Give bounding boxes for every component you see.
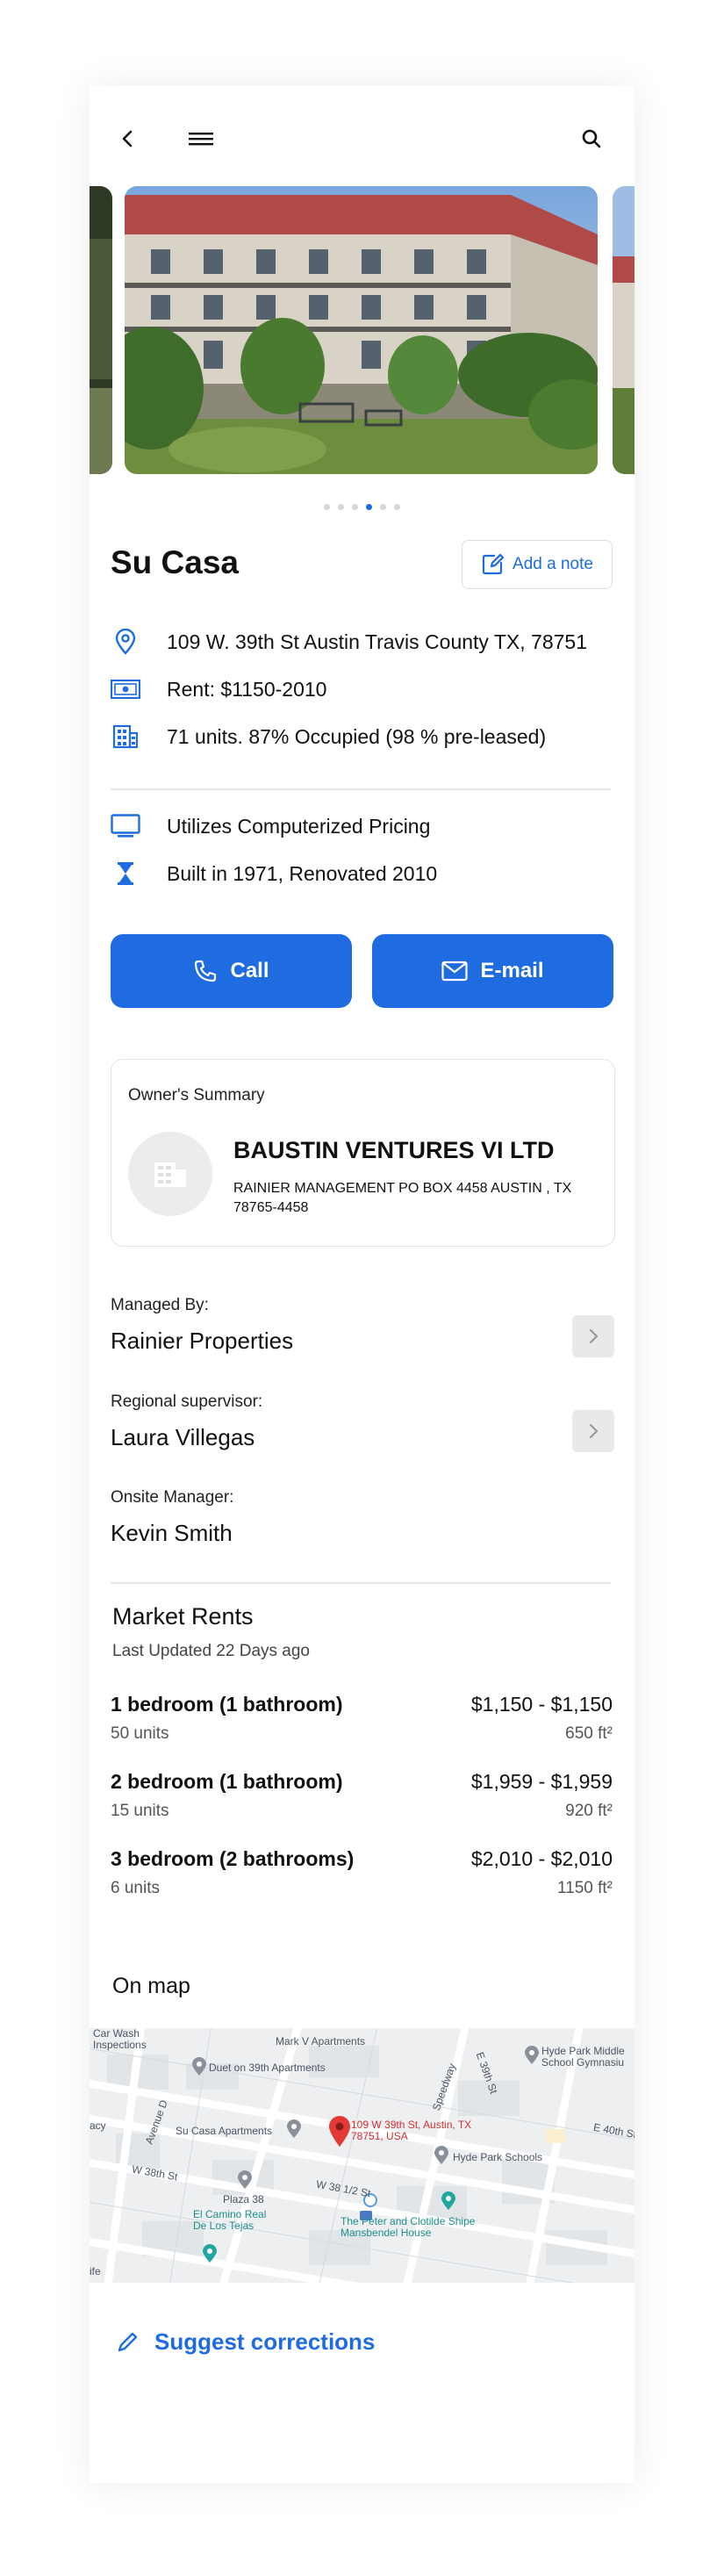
map-label: Plaza 38 — [223, 2193, 264, 2205]
poi-marker-icon — [434, 2146, 448, 2164]
poi-marker-icon — [441, 2191, 455, 2210]
poi-marker-icon — [525, 2046, 539, 2064]
carousel-dot[interactable] — [338, 504, 344, 510]
management-divider — [111, 1582, 611, 1584]
built-info: Built in 1971, Renovated 2010 — [167, 861, 438, 885]
onsite-value: Kevin Smith — [111, 1520, 233, 1546]
carousel-dot[interactable] — [352, 504, 358, 510]
units-row: 71 units. 87% Occupied (98 % pre-leased) — [111, 722, 611, 752]
poi-marker-icon — [203, 2244, 217, 2263]
owner-avatar — [128, 1132, 212, 1216]
unit-area: 920 ft² — [565, 1802, 613, 1820]
supervisor-details-button[interactable] — [572, 1410, 614, 1452]
onsite-label: Onsite Manager: — [111, 1488, 234, 1507]
office-building-icon — [154, 1162, 186, 1187]
monitor-icon — [111, 811, 140, 841]
chevron-right-icon — [589, 1328, 599, 1344]
photo-next-peek[interactable] — [613, 186, 634, 474]
map-label: Su Casa Apartments — [176, 2125, 273, 2137]
envelope-icon — [441, 961, 469, 982]
units-occupancy: 71 units. 87% Occupied (98 % pre-leased) — [167, 724, 547, 748]
owner-address: RAINIER MANAGEMENT PO BOX 4458 AUSTIN , … — [233, 1181, 572, 1215]
map-label: Duet on 39th Apartments — [209, 2062, 326, 2074]
carousel-pagination — [90, 504, 634, 510]
map-label: ife — [90, 2265, 101, 2277]
address-row: 109 W. 39th St Austin Travis County TX, … — [111, 627, 611, 657]
pricing-info: Utilizes Computerized Pricing — [167, 814, 431, 838]
unit-type: 1 bedroom (1 bathroom) — [111, 1693, 343, 1716]
rent-row-1: 1 bedroom (1 bathroom) $1,150 - $1,150 5… — [111, 1693, 613, 1754]
map-label: acy — [90, 2119, 106, 2132]
map-label: Mark V Apartments — [276, 2035, 366, 2047]
poi-marker-icon — [192, 2057, 206, 2076]
supervisor-label: Regional supervisor: — [111, 1392, 263, 1411]
suggest-corrections-label: Suggest corrections — [154, 2328, 376, 2355]
map-pin-label: 109 W 39th St, Austin, TX 78751, USA — [351, 2119, 472, 2142]
unit-count: 50 units — [111, 1724, 169, 1743]
on-map-title: On map — [112, 1974, 190, 1998]
market-rents-title: Market Rents — [112, 1603, 254, 1630]
pricing-row: Utilizes Computerized Pricing — [111, 811, 611, 841]
rent-row-2: 2 bedroom (1 bathroom) $1,959 - $1,959 1… — [111, 1770, 613, 1831]
rent-row-3: 3 bedroom (2 bathrooms) $2,010 - $2,010 … — [111, 1847, 613, 1909]
map-label: Car Wash Inspections — [93, 2028, 147, 2051]
unit-type: 2 bedroom (1 bathroom) — [111, 1770, 343, 1793]
search-icon[interactable] — [574, 121, 609, 156]
unit-count: 6 units — [111, 1879, 160, 1897]
carousel-dot[interactable] — [324, 504, 330, 510]
owner-summary-card[interactable]: Owner's Summary BAUSTIN VENTURES VI LTD … — [111, 1059, 615, 1247]
add-note-button[interactable]: Add a note — [462, 540, 613, 589]
map-label: El Camino Real De Los Tejas — [193, 2208, 267, 2232]
call-label: Call — [230, 959, 269, 982]
property-name: Su Casa — [111, 544, 240, 580]
unit-price: $1,959 - $1,959 — [470, 1770, 613, 1793]
pencil-icon — [118, 2332, 138, 2351]
unit-price: $1,150 - $1,150 — [470, 1693, 613, 1716]
map-label: Hyde Park Schools — [453, 2151, 543, 2163]
carousel-dot[interactable] — [394, 504, 400, 510]
poi-marker-icon — [238, 2170, 252, 2189]
property-detail-card: Su Casa Add a note 109 W. 39th St Austin… — [90, 86, 634, 2483]
chevron-right-icon — [589, 1423, 599, 1439]
add-note-label: Add a note — [513, 555, 593, 573]
property-photo[interactable] — [125, 186, 598, 474]
photo-prev-peek[interactable] — [90, 186, 112, 474]
unit-area: 650 ft² — [565, 1724, 613, 1743]
email-button[interactable]: E-mail — [372, 934, 613, 1008]
back-arrow-icon[interactable] — [111, 121, 146, 156]
carousel-dot[interactable] — [380, 504, 386, 510]
market-rents-updated: Last Updated 22 Days ago — [112, 1642, 310, 1660]
rent-range: Rent: $1150-2010 — [167, 677, 327, 701]
location-pin-marker-icon[interactable] — [328, 2116, 351, 2148]
unit-price: $2,010 - $2,010 — [470, 1847, 613, 1870]
poi-marker-icon — [287, 2119, 301, 2138]
map-label: The Peter and Clotilde Shipe Mansbendel … — [340, 2215, 476, 2239]
unit-type: 3 bedroom (2 bathrooms) — [111, 1847, 355, 1870]
location-map[interactable]: Car Wash Inspections Mark V Apartments D… — [90, 2028, 634, 2283]
suggest-corrections-link[interactable]: Suggest corrections — [116, 2328, 375, 2356]
built-row: Built in 1971, Renovated 2010 — [111, 859, 611, 889]
unit-area: 1150 ft² — [556, 1879, 613, 1897]
hourglass-icon — [111, 859, 140, 889]
call-button[interactable]: Call — [111, 934, 352, 1008]
location-pin-icon — [111, 627, 140, 657]
email-label: E-mail — [480, 959, 544, 982]
managed-by-label: Managed By: — [111, 1296, 209, 1314]
property-address: 109 W. 39th St Austin Travis County TX, … — [167, 630, 588, 653]
building-icon — [111, 722, 140, 752]
supervisor-value: Laura Villegas — [111, 1424, 255, 1450]
map-label: Hyde Park Middle School Gymnasiu — [541, 2045, 625, 2069]
rent-row: Rent: $1150-2010 — [111, 674, 611, 704]
info-divider — [111, 788, 611, 790]
owner-section-label: Owner's Summary — [128, 1086, 265, 1105]
managed-by-details-button[interactable] — [572, 1315, 614, 1357]
hamburger-menu-icon[interactable] — [183, 121, 219, 156]
unit-count: 15 units — [111, 1802, 169, 1820]
phone-icon — [195, 960, 217, 982]
owner-name: BAUSTIN VENTURES VI LTD — [233, 1137, 555, 1163]
carousel-dot[interactable] — [366, 504, 372, 510]
edit-note-icon — [482, 553, 505, 575]
money-bill-icon — [111, 674, 140, 704]
managed-by-value: Rainier Properties — [111, 1328, 294, 1354]
